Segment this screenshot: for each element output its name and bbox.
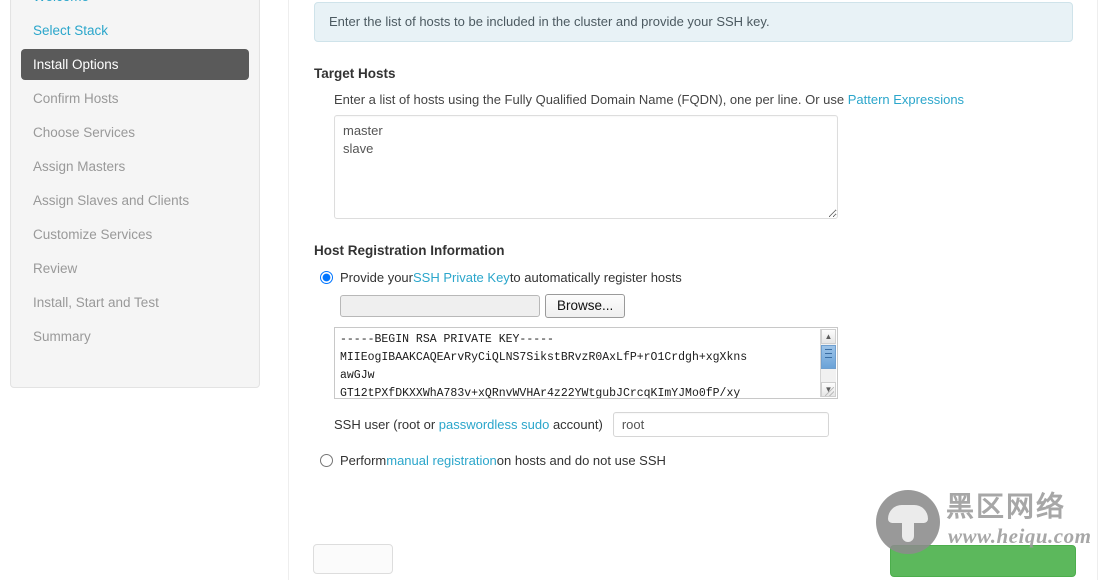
ssh-key-file-row: Browse... (340, 294, 1074, 318)
ssh-key-scrollbar[interactable]: ▲ ▼ (820, 329, 836, 397)
ssh-user-suffix: account) (549, 417, 603, 432)
sidebar-item-install-start-and-test: Install, Start and Test (21, 287, 249, 318)
sidebar-link-install-options[interactable]: Install Options (21, 49, 249, 80)
info-alert: Enter the list of hosts to be included i… (314, 2, 1073, 42)
manual-registration-radio[interactable] (320, 454, 333, 467)
ssh-key-file-name[interactable] (340, 295, 540, 317)
pattern-expressions-link[interactable]: Pattern Expressions (848, 92, 964, 107)
host-registration-heading: Host Registration Information (314, 243, 505, 258)
passwordless-sudo-link[interactable]: passwordless sudo (439, 417, 550, 432)
sidebar-link-choose-services: Choose Services (33, 125, 136, 140)
sidebar-link-assign-slaves-and-clients: Assign Slaves and Clients (33, 193, 190, 208)
target-hosts-textarea[interactable] (334, 115, 838, 219)
manual-option-suffix: on hosts and do not use SSH (496, 453, 666, 468)
sidebar-item-select-stack[interactable]: Select Stack (21, 15, 249, 46)
scroll-up-icon[interactable]: ▲ (821, 329, 836, 344)
sidebar-item-assign-masters: Assign Masters (21, 151, 249, 182)
back-button[interactable] (313, 544, 393, 574)
ssh-user-row: SSH user (root or passwordless sudo acco… (334, 412, 1074, 437)
sidebar-item-review: Review (21, 253, 249, 284)
browse-button[interactable]: Browse... (545, 294, 626, 318)
wizard-step-list: Welcome Select Stack Install Options Con… (11, 0, 259, 352)
sidebar-item-assign-slaves-and-clients: Assign Slaves and Clients (21, 185, 249, 216)
sidebar-link-assign-masters: Assign Masters (33, 159, 126, 174)
target-hosts-help: Enter a list of hosts using the Fully Qu… (334, 92, 1074, 108)
target-hosts-heading: Target Hosts (314, 66, 396, 81)
ssh-private-key-text: -----BEGIN RSA PRIVATE KEY----- MIIEogIB… (340, 333, 748, 399)
install-options-content: Install Options Enter the list of hosts … (314, 0, 1074, 468)
sidebar-link-welcome[interactable]: Welcome (21, 0, 249, 12)
sidebar-link-summary: Summary (33, 329, 91, 344)
ssh-user-label: SSH user (root or passwordless sudo acco… (334, 417, 603, 432)
ssh-key-radio[interactable] (320, 271, 333, 284)
content-right-divider (1097, 0, 1098, 580)
scrollbar-thumb[interactable] (821, 345, 836, 369)
watermark-site-name: 黑区网络 (946, 490, 1067, 523)
sidebar-item-customize-services: Customize Services (21, 219, 249, 250)
ssh-user-prefix: SSH user (root or (334, 417, 439, 432)
scroll-down-icon[interactable]: ▼ (821, 382, 836, 397)
sidebar-link-confirm-hosts: Confirm Hosts (33, 91, 119, 106)
ssh-private-key-link[interactable]: SSH Private Key (413, 270, 510, 285)
manual-option-prefix: Perform (340, 453, 387, 468)
sidebar-item-summary: Summary (21, 321, 249, 352)
sidebar-item-confirm-hosts: Confirm Hosts (21, 83, 249, 114)
install-options-page: Welcome Select Stack Install Options Con… (0, 0, 1111, 580)
ssh-key-option-suffix: to automatically register hosts (509, 270, 682, 285)
ssh-user-input[interactable] (612, 412, 829, 437)
sidebar-link-review: Review (33, 261, 78, 276)
ssh-key-option-row[interactable]: Provide your SSH Private Key to automati… (320, 270, 1074, 285)
manual-registration-link[interactable]: manual registration (386, 453, 497, 468)
sidebar-item-welcome[interactable]: Welcome (21, 0, 249, 12)
sidebar-link-install-start-and-test: Install, Start and Test (33, 295, 159, 310)
ssh-private-key-textarea[interactable]: -----BEGIN RSA PRIVATE KEY----- MIIEogIB… (334, 327, 838, 399)
next-button[interactable] (890, 545, 1076, 577)
target-hosts-field: Enter a list of hosts using the Fully Qu… (334, 92, 1074, 219)
sidebar-link-select-stack[interactable]: Select Stack (21, 15, 249, 46)
sidebar-link-customize-services: Customize Services (33, 227, 153, 242)
manual-registration-option-row[interactable]: Perform manual registration on hosts and… (320, 453, 1074, 468)
wizard-sidebar: Welcome Select Stack Install Options Con… (10, 0, 260, 388)
sidebar-item-choose-services: Choose Services (21, 117, 249, 148)
sidebar-item-install-options[interactable]: Install Options (21, 49, 249, 80)
target-hosts-help-text: Enter a list of hosts using the Fully Qu… (334, 92, 848, 107)
ssh-key-option-prefix: Provide your (340, 270, 413, 285)
column-divider (288, 0, 289, 580)
